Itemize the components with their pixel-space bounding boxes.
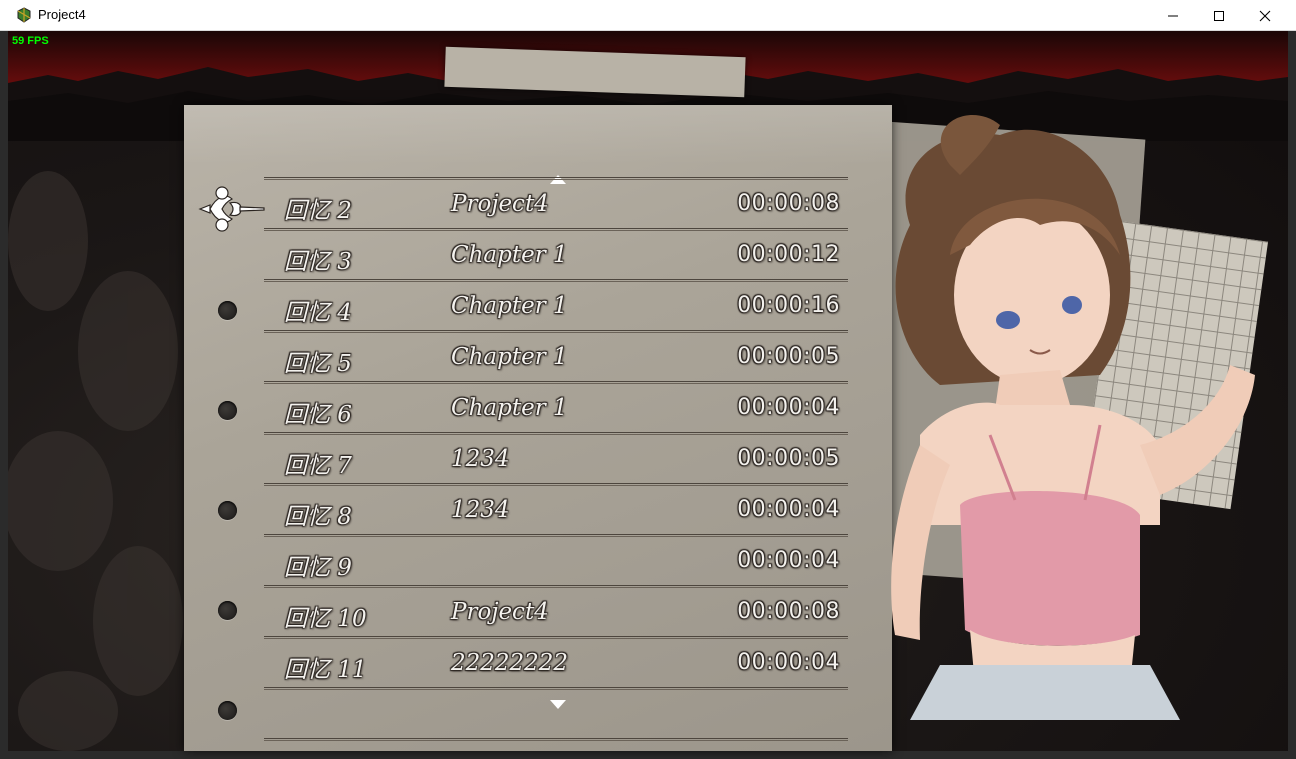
row-divider [264,738,848,741]
memory-row[interactable]: 回忆 8 1234 00:00:04 [264,487,848,535]
memory-chapter: Chapter 1 [451,395,568,421]
binder-hole [218,601,237,620]
ornamental-flourish-icon [198,186,265,232]
window-title: Project4 [38,7,86,22]
memory-row[interactable]: 回忆 4 Chapter 1 00:00:16 [264,283,848,331]
memory-name: 回忆 11 [284,657,367,683]
minimize-icon [1168,15,1178,16]
memory-row[interactable]: 回忆 11 22222222 00:00:04 [264,640,848,688]
memory-name: 回忆 3 [284,249,352,275]
row-divider [264,177,848,180]
memory-row-selected[interactable]: 回忆 2 Project4 00:00:08 [264,181,848,229]
memory-row[interactable]: 回忆 7 1234 00:00:05 [264,436,848,484]
memory-name: 回忆 8 [284,504,352,530]
game-app-icon [17,7,31,23]
memory-chapter: 1234 [451,446,510,472]
memory-chapter: Chapter 1 [451,242,568,268]
memory-name: 回忆 4 [284,300,352,326]
scroll-down-icon[interactable] [550,700,566,709]
memory-name: 回忆 2 [284,198,352,224]
minimize-button[interactable] [1150,0,1196,31]
memory-row[interactable]: 回忆 9 00:00:04 [264,538,848,586]
maximize-button[interactable] [1196,0,1242,31]
binder-hole [218,301,237,320]
memory-row[interactable]: 回忆 3 Chapter 1 00:00:12 [264,232,848,280]
character-portrait [891,114,1255,720]
window-titlebar: Project4 [0,0,1296,31]
memory-name: 回忆 10 [284,606,367,632]
memory-row[interactable]: 回忆 10 Project4 00:00:08 [264,589,848,637]
memory-chapter: Project4 [451,191,549,217]
memory-row[interactable]: 回忆 5 Chapter 1 00:00:05 [264,334,848,382]
memory-name: 回忆 5 [284,351,352,377]
memory-row[interactable]: 回忆 6 Chapter 1 00:00:04 [264,385,848,433]
memory-chapter: Project4 [451,599,549,625]
memory-name: 回忆 7 [284,453,352,479]
memory-name: 回忆 6 [284,402,352,428]
memory-chapter: Chapter 1 [451,344,568,370]
binder-hole [218,401,237,420]
binder-hole [218,501,237,520]
memory-chapter: 1234 [451,497,510,523]
maximize-icon [1214,10,1224,21]
fps-counter: 59 FPS [12,35,49,47]
close-button[interactable] [1242,0,1288,31]
close-icon [1259,10,1271,21]
memory-name: 回忆 9 [284,555,352,581]
binder-hole [218,701,237,720]
memory-chapter: Chapter 1 [451,293,568,319]
foliage-decoration [8,171,183,751]
memory-chapter: 22222222 [451,650,569,676]
